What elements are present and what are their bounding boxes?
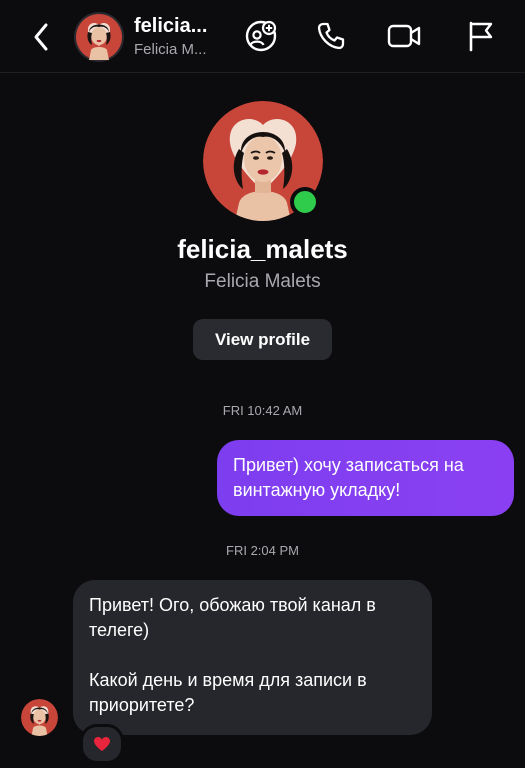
chat-header: felicia... Felicia M... [0,0,525,73]
video-icon [387,24,421,48]
sender-avatar-image [21,699,58,736]
header-username[interactable]: felicia... [134,15,207,38]
video-call-button[interactable] [386,18,422,54]
message-text: Привет) хочу записаться на винтажную укл… [233,455,464,500]
avatar-image [76,14,122,60]
header-fullname[interactable]: Felicia M... [134,41,207,58]
outgoing-message-bubble[interactable]: Привет) хочу записаться на винтажную укл… [217,440,514,516]
add-participant-button[interactable] [243,18,279,54]
heart-reaction[interactable] [80,724,124,764]
message-timestamp: FRI 2:04 PM [226,543,299,558]
message-text: Какой день и время для записи в приорите… [89,670,367,715]
message-text: Привет! Ого, обожаю твой канал в телеге) [89,595,376,640]
message-timestamp: FRI 10:42 AM [222,403,303,418]
profile-username: felicia_malets [177,234,348,264]
back-icon [34,23,48,51]
online-status-dot [290,187,320,217]
view-profile-button[interactable]: View profile [193,319,332,360]
phone-icon [317,22,345,50]
back-button[interactable] [26,20,56,54]
add-participant-icon [245,20,277,52]
flag-icon [469,21,493,52]
heart-icon [94,737,110,751]
incoming-message-bubble[interactable]: Привет! Ого, обожаю твой канал в телеге)… [73,580,432,735]
report-button[interactable] [462,18,498,54]
audio-call-button[interactable] [313,18,349,54]
profile-avatar[interactable] [203,101,323,221]
sender-avatar[interactable] [21,699,58,736]
header-avatar[interactable] [74,12,124,62]
profile-fullname: Felicia Malets [204,271,321,292]
